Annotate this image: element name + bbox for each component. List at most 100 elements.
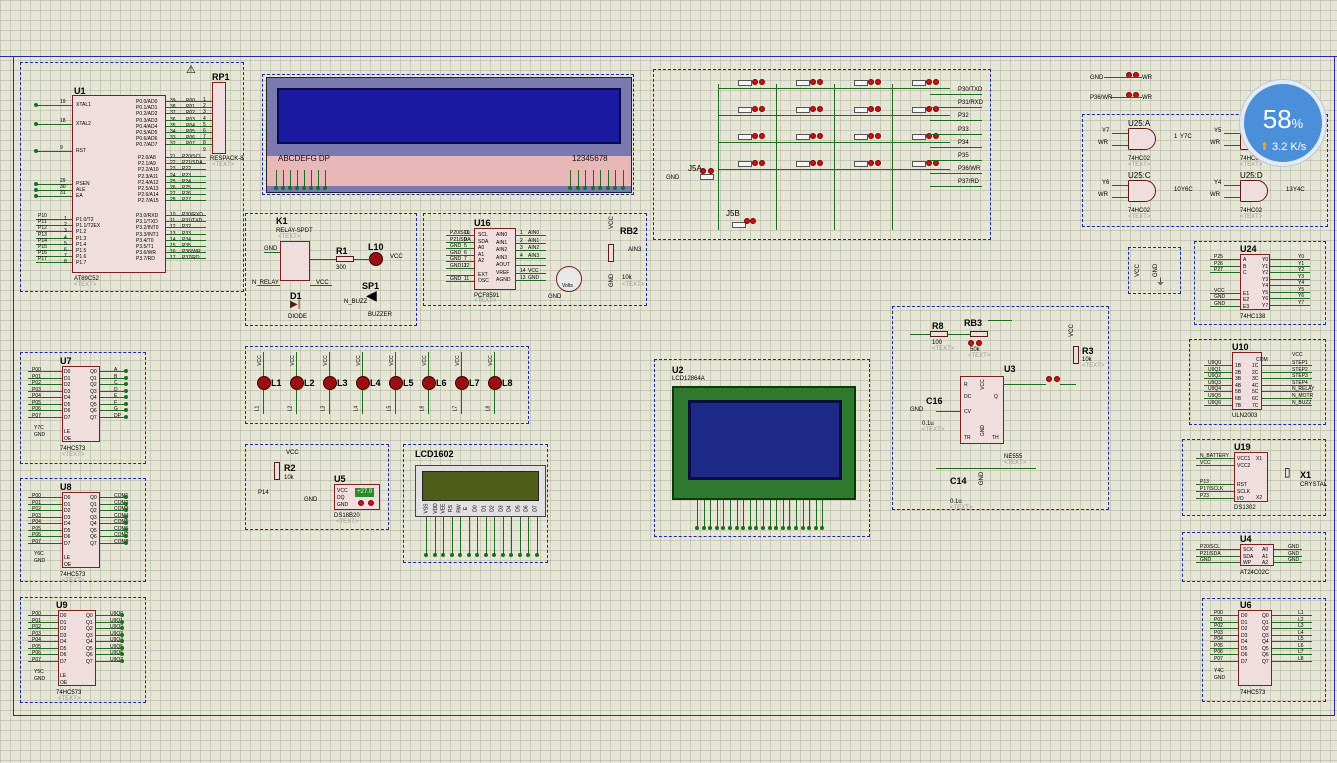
- lcd1602-pin-dot[interactable]: [432, 553, 437, 557]
- led-l10[interactable]: [369, 252, 383, 266]
- u1-left-pin-dot[interactable]: [34, 182, 38, 186]
- keypad-key-head[interactable]: [875, 79, 881, 85]
- keypad-key-head[interactable]: [817, 160, 823, 166]
- keypad-key[interactable]: [796, 134, 810, 140]
- latch-out-dot[interactable]: [124, 408, 128, 412]
- led-l5[interactable]: [389, 376, 403, 390]
- latch-out-dot[interactable]: [124, 414, 128, 419]
- gate-u25c[interactable]: [1128, 180, 1156, 202]
- u5-temp-down[interactable]: [358, 500, 364, 506]
- keypad-key[interactable]: [912, 107, 926, 113]
- lcd-left-pin-dot[interactable]: [281, 186, 285, 190]
- lcd-right-pin-dot[interactable]: [605, 186, 610, 190]
- keypad-key-head[interactable]: [810, 133, 816, 139]
- chip-k1[interactable]: [280, 241, 310, 281]
- glcd-pin-dot[interactable]: [761, 526, 765, 530]
- glcd-pin-dot[interactable]: [747, 526, 752, 530]
- keypad-key-head[interactable]: [926, 79, 932, 85]
- u3-jumper-b[interactable]: [1054, 376, 1060, 382]
- rb3-adjust-up[interactable]: [976, 340, 982, 346]
- keypad-key[interactable]: [912, 80, 926, 86]
- keypad-key-head[interactable]: [752, 133, 758, 139]
- u3-jumper-a[interactable]: [1046, 376, 1052, 382]
- j5a-jumper[interactable]: [700, 174, 714, 180]
- lcd1602-pin-dot[interactable]: [492, 553, 496, 557]
- lcd-left-pin-dot[interactable]: [316, 186, 320, 190]
- keypad-key-head[interactable]: [752, 160, 758, 166]
- led-l3[interactable]: [323, 376, 337, 390]
- lcd-left-pin-dot[interactable]: [288, 186, 292, 190]
- keypad-key-head[interactable]: [817, 79, 823, 85]
- lcd1602-pin-dot[interactable]: [475, 553, 479, 557]
- keypad-key-head[interactable]: [759, 133, 765, 139]
- glcd-pin-dot[interactable]: [780, 526, 785, 530]
- u1-left-pin-dot[interactable]: [34, 194, 38, 198]
- keypad-key[interactable]: [912, 161, 926, 167]
- keypad-key-head[interactable]: [810, 79, 816, 85]
- gate-u25a[interactable]: [1128, 128, 1156, 150]
- lcd-left-pin-dot[interactable]: [323, 186, 327, 190]
- lcd1602-pin-dot[interactable]: [424, 553, 428, 557]
- lcd1602-pin-dot[interactable]: [449, 553, 454, 557]
- keypad-key[interactable]: [854, 161, 868, 167]
- glcd-pin-dot[interactable]: [813, 526, 818, 530]
- keypad-key-head[interactable]: [875, 133, 881, 139]
- keypad-key[interactable]: [854, 134, 868, 140]
- network-speed-gauge[interactable]: 58% ⬆ 3.2 K/s: [1240, 80, 1326, 166]
- keypad-key-head[interactable]: [752, 106, 758, 112]
- latch-out-dot[interactable]: [124, 401, 128, 406]
- lcd-right-pin-dot[interactable]: [583, 186, 587, 190]
- chip-rp1[interactable]: [212, 82, 226, 154]
- latch-out-dot[interactable]: [120, 658, 124, 663]
- led-l8[interactable]: [488, 376, 502, 390]
- glcd-pin-dot[interactable]: [767, 526, 772, 530]
- resistor-r1[interactable]: [336, 256, 354, 262]
- keypad-key[interactable]: [738, 80, 752, 86]
- lcd-right-pin-dot[interactable]: [568, 186, 572, 190]
- lcd-left-pin-dot[interactable]: [309, 186, 313, 190]
- keypad-key-head[interactable]: [810, 106, 816, 112]
- keypad-key-head[interactable]: [759, 160, 765, 166]
- led-l7[interactable]: [455, 376, 469, 390]
- lcd1602-pin-dot[interactable]: [534, 553, 539, 557]
- keypad-key[interactable]: [912, 134, 926, 140]
- glcd-pin-dot[interactable]: [794, 526, 798, 530]
- latch-out-dot[interactable]: [124, 369, 128, 373]
- lcd1602-pin-dot[interactable]: [441, 553, 445, 557]
- keypad-key-head[interactable]: [933, 79, 939, 85]
- latch-out-dot[interactable]: [124, 540, 128, 545]
- lcd-left-pin-dot[interactable]: [274, 186, 278, 190]
- u5-temp-up[interactable]: [368, 500, 374, 506]
- keypad-key-head[interactable]: [868, 79, 874, 85]
- keypad-key[interactable]: [796, 107, 810, 113]
- keypad-key-head[interactable]: [868, 106, 874, 112]
- keypad-key-head[interactable]: [759, 106, 765, 112]
- lcd1602-pin-dot[interactable]: [458, 553, 462, 557]
- keypad-key[interactable]: [738, 134, 752, 140]
- u1-left-pin-dot[interactable]: [34, 188, 38, 192]
- lcd1602-pin-dot[interactable]: [500, 553, 505, 557]
- keypad-key-head[interactable]: [810, 160, 816, 166]
- keypad-key[interactable]: [738, 161, 752, 167]
- lcd-right-pin-dot[interactable]: [590, 186, 595, 190]
- led-l4[interactable]: [356, 376, 370, 390]
- keypad-key-head[interactable]: [875, 160, 881, 166]
- lcd1602-pin-dot[interactable]: [526, 553, 530, 557]
- keypad-key-head[interactable]: [868, 160, 874, 166]
- led-l6[interactable]: [422, 376, 436, 390]
- potentiometer-rb3[interactable]: [970, 331, 988, 337]
- gate-u25d[interactable]: [1240, 180, 1268, 202]
- lcd1602-pin-dot[interactable]: [466, 553, 471, 557]
- latch-out-dot[interactable]: [124, 395, 128, 399]
- resistor-r2[interactable]: [274, 462, 280, 480]
- glcd-pin-dot[interactable]: [701, 526, 706, 530]
- resistor-r3[interactable]: [1073, 346, 1079, 364]
- latch-out-dot[interactable]: [124, 375, 128, 380]
- lcd-right-pin-dot[interactable]: [620, 186, 625, 190]
- keypad-key[interactable]: [738, 107, 752, 113]
- keypad-key-head[interactable]: [759, 79, 765, 85]
- lcd-right-pin-dot[interactable]: [613, 186, 617, 190]
- keypad-key[interactable]: [854, 80, 868, 86]
- u1-left-pin-dot[interactable]: [34, 103, 38, 107]
- keypad-key-head[interactable]: [817, 106, 823, 112]
